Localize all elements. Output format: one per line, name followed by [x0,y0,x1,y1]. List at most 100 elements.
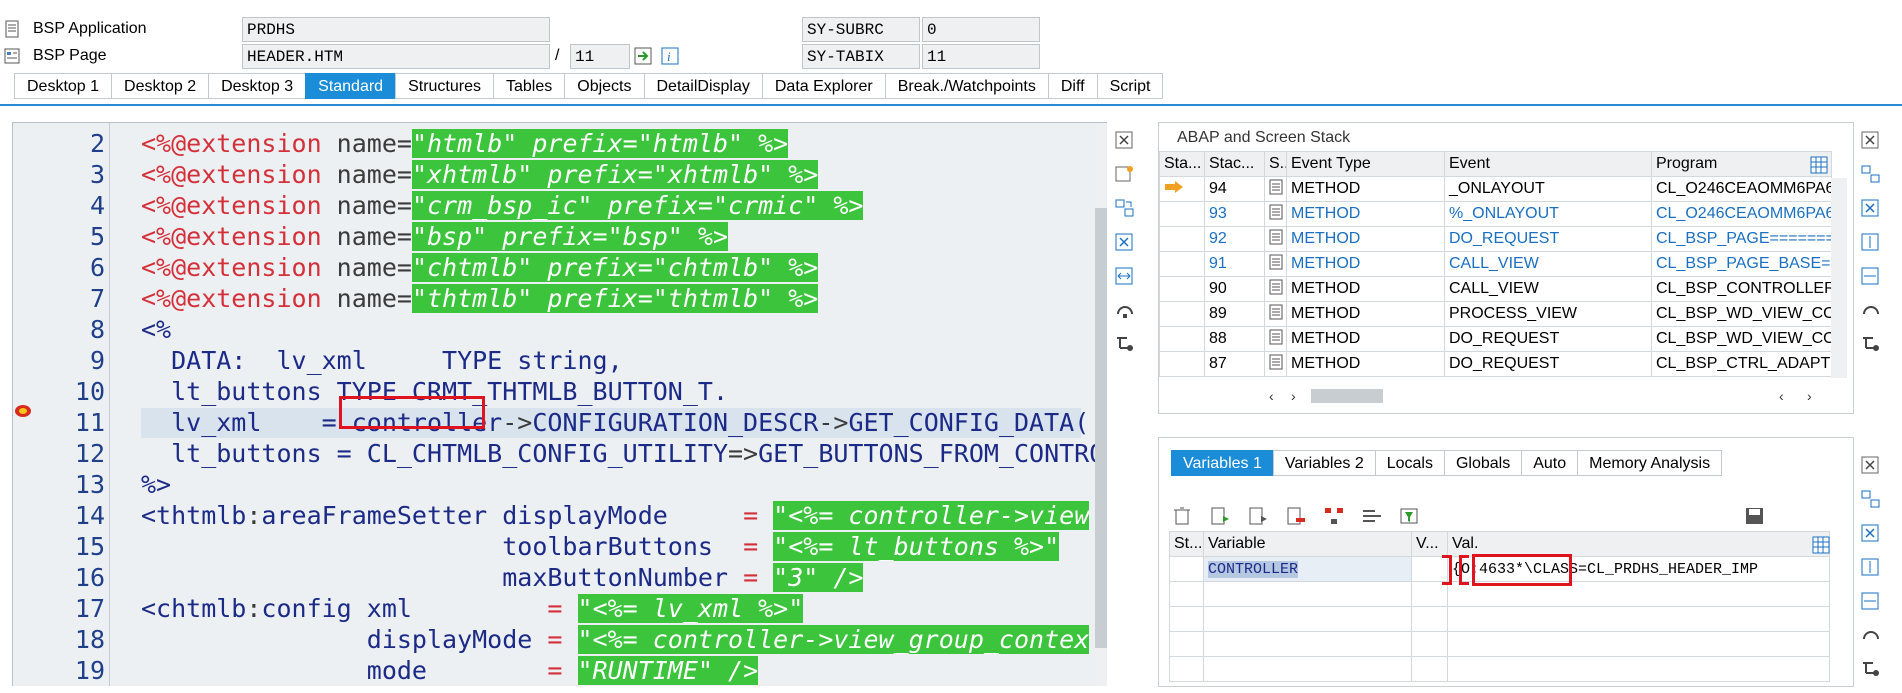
stack-column-header[interactable]: Event [1444,151,1652,177]
var-tab-locals[interactable]: Locals [1374,450,1444,476]
bsp-page-field[interactable]: HEADER.HTM [242,44,550,69]
var-column-header[interactable]: V... [1411,531,1448,557]
new-window-icon[interactable] [1114,164,1136,184]
tab-tables[interactable]: Tables [493,73,565,99]
stretch-horizontal-var-icon[interactable] [1860,591,1882,611]
stack-row[interactable]: 92 METHOD DO_REQUEST CL_BSP_PAGE======= [1159,226,1832,252]
stack-scroll-left2-icon[interactable]: ‹ [1779,388,1784,404]
code-token: name= [321,160,412,189]
source-editor[interactable]: 2 <%@extension name="htmlb" prefix="htmlb… [12,122,1107,686]
copy-detail-icon[interactable] [1247,506,1269,526]
var-column-header[interactable]: Val. [1447,531,1830,557]
detail-icon[interactable] [1209,506,1231,526]
tab-diff[interactable]: Diff [1047,73,1097,99]
stack-horizontal-thumb[interactable] [1311,389,1383,403]
tab-desktop-3[interactable]: Desktop 3 [208,73,306,99]
stack-row[interactable]: 93 METHOD %_ONLAYOUT CL_O246CEAOMM6PA67 [1159,201,1832,227]
stack-status-cell [1159,176,1205,202]
code-token: = [547,625,578,654]
method-icon [1269,354,1283,369]
stack-column-header[interactable]: Stac... [1204,151,1265,177]
sy-subrc-field: 0 [922,17,1040,42]
stack-row[interactable]: 91 METHOD CALL_VIEW CL_BSP_PAGE_BASE== [1159,251,1832,277]
stretch-horizontal-icon[interactable] [1114,266,1136,286]
swap-icon[interactable] [1114,198,1136,218]
delete-icon[interactable] [1171,506,1193,526]
stack-icon-cell [1264,176,1287,202]
tab-objects[interactable]: Objects [564,73,644,99]
stack-row[interactable]: 89 METHOD PROCESS_VIEW CL_BSP_WD_VIEW_CON [1159,301,1832,327]
tab-desktop-2[interactable]: Desktop 2 [111,73,209,99]
var-tab-globals[interactable]: Globals [1443,450,1522,476]
stack-column-header[interactable]: S.. [1264,151,1287,177]
tab-standard[interactable]: Standard [305,73,396,99]
stack-column-header[interactable]: Event Type [1286,151,1445,177]
tool-stack-icon[interactable] [1860,300,1882,320]
var-column-header[interactable]: Variable [1203,531,1412,557]
stack-row[interactable]: 88 METHOD DO_REQUEST CL_BSP_WD_VIEW_CON [1159,326,1832,352]
stretch-horizontal-stack-icon[interactable] [1860,266,1882,286]
close-stack-icon[interactable] [1860,130,1882,150]
code-token: <%@ [141,191,187,220]
tab-detaildisplay[interactable]: DetailDisplay [643,73,762,99]
var-tab-auto[interactable]: Auto [1521,450,1578,476]
table-settings-icon[interactable] [1809,155,1829,175]
var-column-header[interactable]: St... [1169,531,1204,557]
tool-icon[interactable] [1114,300,1136,320]
var-table-settings-icon[interactable] [1811,535,1831,555]
remove-icon[interactable] [1285,506,1307,526]
stack-scroll-left-icon[interactable]: ‹ [1269,388,1274,404]
var-tab-variables-2[interactable]: Variables 2 [1272,450,1375,476]
info-icon[interactable]: i [661,47,679,65]
tab-data-explorer[interactable]: Data Explorer [761,73,885,99]
settings-icon[interactable] [1114,334,1136,354]
settings-stack-icon[interactable] [1860,334,1882,354]
fullscreen-var-icon[interactable] [1860,523,1882,543]
var-name-cell[interactable]: CONTROLLER [1203,556,1412,582]
close-icon[interactable] [1114,130,1136,150]
editor-vertical-scrollbar[interactable] [1095,123,1107,686]
tool-var-icon[interactable] [1860,625,1882,645]
code-token: extension [186,284,322,313]
code-line: <chtmlb:config xml = "<%= lv_xml %>" [141,594,804,624]
editor-scroll-thumb[interactable] [1095,208,1107,648]
code-line: mode = "RUNTIME" /> [141,656,759,686]
tree-icon[interactable] [1323,506,1345,526]
stack-row[interactable]: 87 METHOD DO_REQUEST CL_BSP_CTRL_ADAPTE [1159,351,1832,377]
line-number-field[interactable]: 11 [570,44,630,69]
stack-type-cell: METHOD [1286,276,1445,302]
breakpoint-icon[interactable] [14,403,32,419]
stack-row[interactable]: 90 METHOD CALL_VIEW CL_BSP_CONTROLLER= [1159,276,1832,302]
bsp-application-field[interactable]: PRDHS [242,17,550,42]
stretch-vertical-var-icon[interactable] [1860,557,1882,577]
code-token: <%@ [141,129,187,158]
variable-name[interactable]: CONTROLLER [1208,561,1299,578]
stack-scroll-right2-icon[interactable]: › [1807,388,1812,404]
fullscreen-icon[interactable] [1114,232,1136,252]
stack-row[interactable]: 94 METHOD _ONLAYOUT CL_O246CEAOMM6PA67 [1159,176,1832,202]
split-icon[interactable] [1361,506,1383,526]
var-tab-variables-1[interactable]: Variables 1 [1171,450,1273,476]
save-icon[interactable] [1744,506,1766,526]
swap-stack-icon[interactable] [1860,164,1882,184]
close-var-icon[interactable] [1860,455,1882,475]
stack-scroll-right-icon[interactable]: › [1291,388,1296,404]
tab-break-watchpoints[interactable]: Break./Watchpoints [884,73,1048,99]
stack-vertical-scrollbar[interactable] [1831,178,1847,378]
stack-column-header[interactable]: Sta... [1159,151,1205,177]
code-line: <%@extension name="crm_bsp_ic" prefix="c… [141,191,864,221]
tab-structures[interactable]: Structures [395,73,493,99]
settings-var-icon[interactable] [1860,659,1882,679]
navigate-icon[interactable] [634,47,652,65]
code-line: <% [141,315,171,345]
fullscreen-stack-icon[interactable] [1860,198,1882,218]
highlight-controller-box [339,396,485,429]
filter-icon[interactable] [1399,506,1421,526]
tab-script[interactable]: Script [1096,73,1164,99]
stack-column-header[interactable]: Program [1651,151,1832,177]
var-tab-memory-analysis[interactable]: Memory Analysis [1577,450,1723,476]
swap-var-icon[interactable] [1860,489,1882,509]
tab-desktop-1[interactable]: Desktop 1 [14,73,112,99]
stretch-vertical-icon[interactable] [1860,232,1882,252]
application-icon [5,20,19,38]
